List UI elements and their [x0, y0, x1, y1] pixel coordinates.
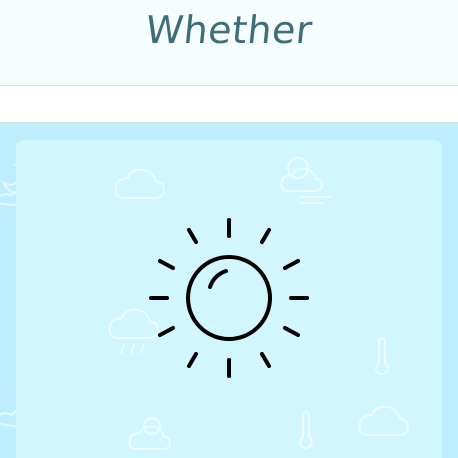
thermometer-icon — [375, 337, 389, 376]
thermometer-icon — [299, 411, 313, 450]
wind-cloud-icon — [280, 157, 331, 204]
search-bar[interactable] — [0, 86, 458, 123]
partly-cloudy-icon — [128, 417, 171, 450]
search-input[interactable] — [0, 86, 458, 122]
app-title: Whether — [143, 8, 315, 52]
sun-icon — [149, 218, 309, 378]
weather-background — [0, 123, 458, 458]
weather-card — [16, 140, 442, 458]
cloud-icon — [358, 405, 409, 436]
app-header: Whether — [0, 0, 458, 86]
cloud-icon — [114, 168, 165, 199]
